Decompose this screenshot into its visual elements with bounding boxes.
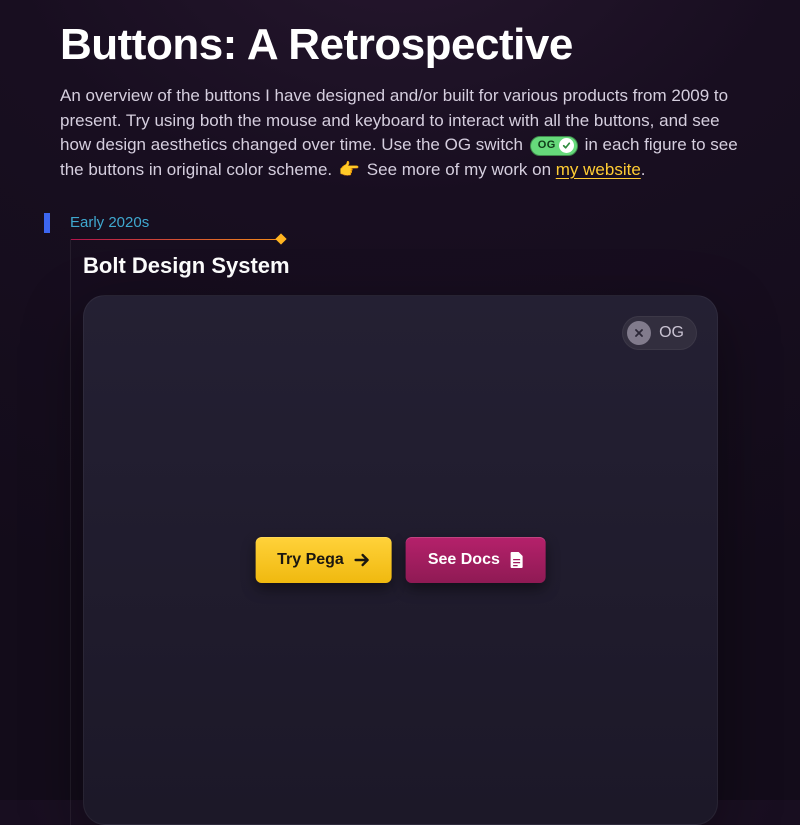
arrow-right-icon [354,553,370,567]
timeline-era-label: Early 2020s [70,214,149,231]
intro-text-3: See more of my work on [367,160,556,179]
timeline-tick [44,213,50,233]
intro-text-end: . [641,160,646,179]
og-badge-inline: OG [530,136,578,156]
try-pega-label: Try Pega [277,551,344,569]
figure-title: Bolt Design System [83,253,740,279]
og-toggle[interactable]: OG [622,316,697,350]
pointer-icon: 👉 [339,160,360,179]
see-docs-button[interactable]: See Docs [406,537,546,583]
og-badge-label: OG [538,138,556,154]
see-docs-label: See Docs [428,551,500,569]
document-icon [510,552,524,568]
demo-button-row: Try Pega See Docs [255,537,546,583]
demo-panel: OG Try Pega See Docs [83,295,718,825]
intro-paragraph: An overview of the buttons I have design… [60,84,740,183]
og-toggle-label: OG [659,324,684,342]
check-icon [559,138,574,153]
diamond-icon [275,233,286,244]
figure-section: Bolt Design System OG Try Pega [70,239,740,825]
timeline-marker: Early 2020s [44,213,740,233]
close-icon [627,321,651,345]
try-pega-button[interactable]: Try Pega [255,537,392,583]
page-title: Buttons: A Retrospective [60,20,740,70]
my-website-link[interactable]: my website [556,160,641,179]
